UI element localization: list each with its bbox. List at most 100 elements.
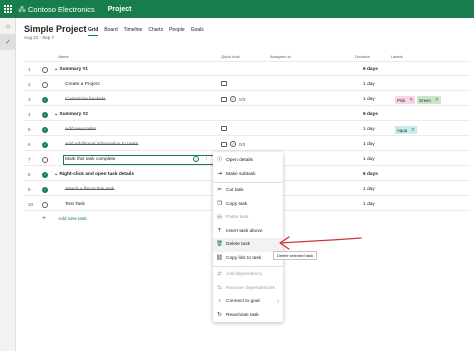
menu-item-paste-task: ▤ Paste task [216,214,249,221]
goal-icon: ♁ [217,298,222,305]
collapse-chevron-icon[interactable]: ⌄ [54,112,58,117]
checklist-icon[interactable]: ✓ [230,96,236,102]
task-duration[interactable]: 1 day [363,82,375,87]
completed-check-icon[interactable]: ✓ [42,142,48,148]
column-header-assigned[interactable]: Assigned to [270,54,291,59]
task-duration[interactable]: 1 day [363,202,375,207]
row-number: 3 [28,97,31,102]
tab-goals[interactable]: Goals [191,27,204,36]
menu-item-make-subtask[interactable]: ⇥ Make subtask [213,168,283,182]
scissors-icon: ✂ [217,187,222,194]
quick-look: ✓ 0/3 [221,141,245,147]
table-row[interactable]: 4 ✓ ⌄ Summary #2 6 days [24,109,470,121]
completed-check-icon[interactable]: ✓ [42,187,48,193]
menu-item-reactivate-task[interactable]: ↻ Reactivate task [213,309,283,323]
completed-check-icon[interactable]: ✓ [42,127,48,133]
row-number: 1 [28,67,31,72]
my-tasks-icon[interactable]: ✓ [0,34,16,50]
remove-label-icon[interactable]: ✕ [409,97,413,103]
collapse-chevron-icon[interactable]: ⌄ [54,172,58,177]
complete-checkbox[interactable] [42,202,48,208]
collapse-chevron-icon[interactable]: ⌄ [54,67,58,72]
brand-name: Contoso Electronics [28,4,95,14]
table-row[interactable]: 5 ✓ Add new tasks 1 day Aqua ✕ [24,124,470,136]
complete-checkbox[interactable] [42,157,48,163]
left-rail: ⌂ ✓ [0,18,16,351]
label-tag[interactable]: Aqua ✕ [395,126,417,134]
table-row[interactable]: 1 ⌄ Summary #1 6 days [24,64,470,76]
notes-icon[interactable] [221,141,227,147]
checklist-count: 0/3 [239,96,246,102]
completed-check-icon[interactable]: ✓ [42,112,48,118]
checklist-icon[interactable]: ✓ [230,141,236,147]
task-name[interactable]: Add additional information to tasks [65,142,138,147]
menu-item-copy-task[interactable]: ❐ Copy task [213,198,283,212]
notes-icon[interactable] [221,126,227,131]
task-duration[interactable]: 1 day [363,157,375,162]
table-row[interactable]: 3 ✓ Customize buckets ✓ 0/3 1 day Pink ✕ … [24,94,470,106]
project-dates[interactable]: Aug 22 - Sep 7 [24,35,87,40]
tab-board[interactable]: Board [104,27,117,36]
menu-item-insert-task-above[interactable]: ⤒ Insert task above [213,225,283,239]
task-name[interactable]: Customize buckets [65,97,106,102]
label-tag[interactable]: Pink ✕ [395,96,415,104]
brand[interactable]: ⁂ Contoso Electronics [16,5,95,14]
column-header-duration[interactable]: Duration [355,54,370,59]
task-duration[interactable]: 6 days [363,112,378,117]
row-number: 5 [28,127,31,132]
more-options-icon[interactable]: ⋮ [204,155,209,161]
task-duration[interactable]: 6 days [363,67,378,72]
complete-checkbox[interactable] [42,67,48,73]
insert-above-icon: ⤒ [218,227,221,234]
info-icon[interactable]: i [193,156,199,162]
completed-check-icon[interactable]: ✓ [42,172,48,178]
task-name[interactable]: Add new tasks [65,127,96,132]
app-launcher-icon[interactable] [0,0,16,18]
notes-icon[interactable] [221,96,227,102]
label-tag[interactable]: Green ✕ [416,96,441,104]
task-name[interactable]: Attach a file to this task [65,187,114,192]
menu-item-delete-task[interactable]: 🗑 Delete task [213,238,283,252]
notes-icon[interactable] [221,81,227,86]
task-duration[interactable]: 6 days [363,172,378,177]
column-header-labels[interactable]: Labels [391,54,403,59]
complete-checkbox[interactable] [42,82,48,88]
add-icon[interactable]: + [42,215,46,222]
link-icon: ⛓ [216,254,223,261]
task-duration[interactable]: 1 day [363,97,375,102]
project-title: Simple Project [24,24,87,34]
task-duration[interactable]: 1 day [363,142,375,147]
home-icon[interactable]: ⌂ [0,18,16,34]
tab-people[interactable]: People [169,27,185,36]
remove-label-icon[interactable]: ✕ [435,97,439,103]
row-number: 6 [28,142,31,147]
table-row[interactable]: 2 Create a Project 1 day [24,79,470,91]
menu-item-open-details[interactable]: ⓘ Open details [213,154,283,168]
project-header: Simple Project Aug 22 - Sep 7 [24,24,87,40]
column-header-quick-look[interactable]: Quick look [221,54,240,59]
task-name[interactable]: ⌄ Right-click and open task details [54,172,134,177]
task-name[interactable]: Create a Project [65,82,100,87]
remove-label-icon[interactable]: ✕ [411,127,415,133]
tab-grid[interactable]: Grid [88,27,99,36]
row-number: 4 [28,112,31,117]
chevron-right-icon: › [277,298,279,305]
menu-item-connect-to-goal[interactable]: ♁ Connect to goal › [213,295,283,309]
tab-charts[interactable]: Charts [148,27,163,36]
task-duration[interactable]: 1 day [363,127,375,132]
task-labels: Pink ✕ Green ✕ [395,96,441,104]
task-name[interactable]: ⌄ Summary #2 [54,112,88,117]
completed-check-icon[interactable]: ✓ [42,97,48,103]
task-name[interactable]: ⌄ Summary #1 [54,67,88,72]
app-name[interactable]: Project [108,6,132,13]
trash-icon: 🗑 [216,241,223,248]
menu-item-cut-task[interactable]: ✂ Cut task [213,184,283,198]
task-name[interactable]: Test Task [65,202,85,207]
task-duration[interactable]: 1 day [363,187,375,192]
table-row[interactable]: 6 ✓ Add additional information to tasks … [24,139,470,151]
menu-item-remove-dependencies: ⇆ Remove dependencies [217,284,276,291]
tab-timeline[interactable]: Timeline [124,27,143,36]
task-name[interactable]: Mark this task complete [65,157,115,162]
column-header-name[interactable]: Name [58,54,69,59]
add-task-label[interactable]: Add new task [58,217,87,222]
